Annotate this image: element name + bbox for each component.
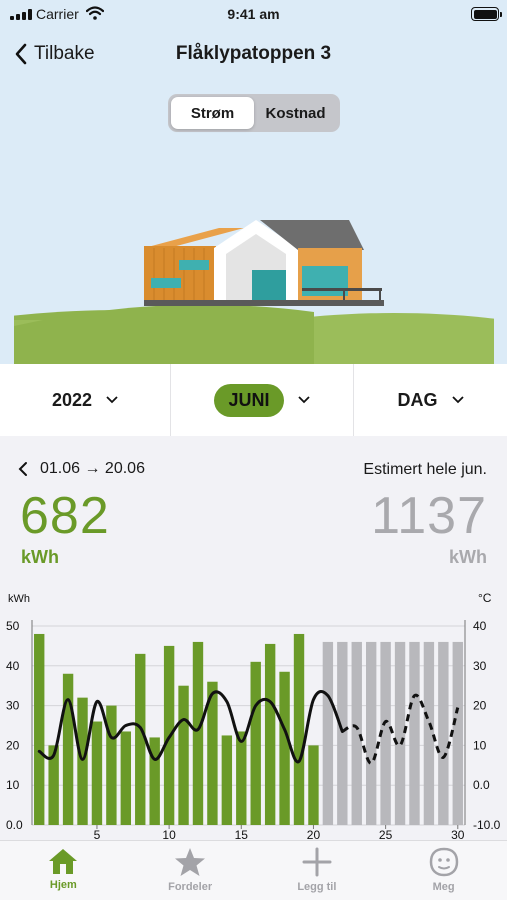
used-value: 682 xyxy=(20,487,110,545)
chevron-down-icon xyxy=(106,396,118,404)
resolution-selector[interactable]: DAG xyxy=(353,364,507,436)
resolution-value: DAG xyxy=(397,389,438,410)
bar-actual xyxy=(192,641,204,825)
house-illustration xyxy=(14,220,494,364)
bar-actual xyxy=(135,653,146,825)
y-tick-label-left: 50 xyxy=(6,619,20,633)
face-icon xyxy=(429,847,458,877)
bar-actual xyxy=(77,697,88,825)
year-selector[interactable]: 2022 xyxy=(0,364,170,436)
bar-estimated xyxy=(438,641,449,825)
bar-actual xyxy=(178,685,189,825)
y-tick-label-right: 30 xyxy=(473,659,487,673)
bar-actual xyxy=(236,731,247,825)
star-icon xyxy=(175,848,206,876)
bar-estimated xyxy=(423,641,435,825)
y-tick-label-right: 10 xyxy=(473,738,487,752)
bar-estimated xyxy=(322,641,334,825)
y-tick-label-left: 10 xyxy=(6,778,20,792)
bar-actual xyxy=(264,643,276,825)
bar-actual xyxy=(293,633,305,825)
estimated-unit: kWh xyxy=(449,547,487,567)
tab-meg[interactable]: Meg xyxy=(380,841,507,900)
y-tick-label-right: 40 xyxy=(473,619,487,633)
back-button[interactable]: Tilbake xyxy=(14,36,95,72)
period-range: 01.06 → 20.06 xyxy=(40,460,145,477)
bar-estimated xyxy=(394,641,406,825)
bar-actual xyxy=(279,671,290,825)
chevron-down-icon xyxy=(297,396,310,404)
consumption-chart: 0.0 -10.010 0.020 1030 2040 3050 40kWh °C5 10 15 2… xyxy=(6,591,501,842)
bar-estimated xyxy=(409,641,420,825)
back-label: Tilbake xyxy=(34,43,95,64)
y-tick-label-right: 0.0 xyxy=(473,778,490,792)
month-value: JUNI xyxy=(214,383,284,417)
period-selectors: 2022 JUNI DAG xyxy=(0,364,507,436)
view-segmented-control: Strøm Kostnad xyxy=(168,94,340,132)
tab-bar: Hjem Fordeler Legg til Meg xyxy=(0,840,507,900)
tab-label: Meg xyxy=(432,881,455,893)
bar-actual xyxy=(250,661,261,825)
status-bar: Carrier 9:41 am xyxy=(0,0,507,28)
header-area: Carrier 9:41 am Tilbake Flåklypatoppen 3… xyxy=(0,0,507,364)
bar-estimated xyxy=(452,641,463,825)
y-tick-label-left: 40 xyxy=(6,659,20,673)
y-axis-label-left: kWh xyxy=(8,593,30,605)
bar-estimated xyxy=(337,641,348,825)
period-back-button[interactable]: 01.06 → 20.06 xyxy=(18,460,145,478)
tab-label: Fordeler xyxy=(168,881,213,893)
chevron-left-icon xyxy=(18,462,27,476)
battery-icon xyxy=(471,7,502,21)
estimate-label: Estimert hele jun. xyxy=(363,461,487,478)
clock: 9:41 am xyxy=(227,6,280,22)
y-tick-label-left: 30 xyxy=(6,699,20,713)
used-unit: kWh xyxy=(21,547,59,567)
y-tick-label-left: 20 xyxy=(6,738,20,752)
y-axis-label-right: °C xyxy=(478,591,492,605)
y-tick-label-left: 0.0 xyxy=(6,818,23,832)
tab-hjem[interactable]: Hjem xyxy=(0,841,127,900)
bar-actual xyxy=(106,705,117,825)
tab-legg-til[interactable]: Legg til xyxy=(254,841,381,900)
chevron-left-icon xyxy=(15,43,27,65)
year-value: 2022 xyxy=(51,389,93,410)
tab-label: Hjem xyxy=(49,879,77,891)
bar-actual xyxy=(34,633,45,825)
bar-actual xyxy=(62,673,74,825)
bar-actual xyxy=(120,731,132,825)
bar-actual xyxy=(308,745,319,825)
y-tick-label-right: -10.0 xyxy=(473,818,501,832)
bar-estimated xyxy=(351,641,362,825)
segment-kostnad[interactable]: Kostnad xyxy=(254,97,337,129)
nav-bar: Tilbake Flåklypatoppen 3 xyxy=(0,36,507,72)
bar-estimated xyxy=(365,641,377,825)
plus-icon xyxy=(302,847,332,877)
y-tick-label-right: 20 xyxy=(473,699,487,713)
tab-label: Legg til xyxy=(297,881,337,893)
bar-actual xyxy=(221,735,233,825)
segment-strom[interactable]: Strøm xyxy=(171,97,254,129)
chevron-down-icon xyxy=(451,396,464,404)
bar-actual xyxy=(91,721,103,825)
estimated-value: 1137 xyxy=(371,487,487,545)
tab-fordeler[interactable]: Fordeler xyxy=(127,841,254,900)
house-icon xyxy=(49,849,78,874)
month-selector[interactable]: JUNI xyxy=(170,364,353,436)
